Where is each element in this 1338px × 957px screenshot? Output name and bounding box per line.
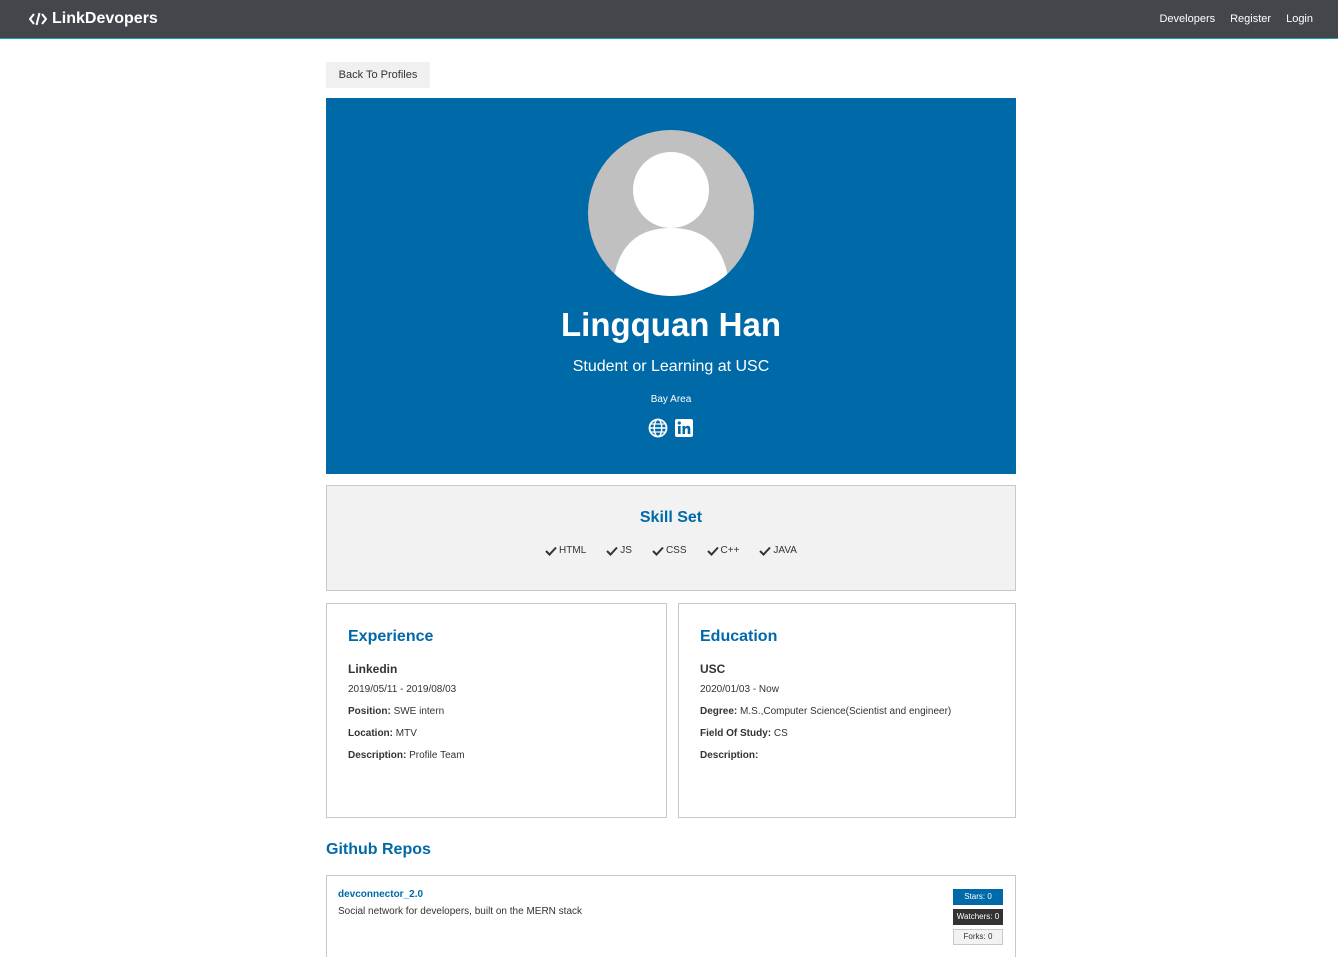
github-repos-title: Github Repos: [326, 841, 431, 858]
repo-description: Social network for developers, built on …: [338, 906, 582, 917]
education-degree: Degree: M.S.,Computer Science(Scientist …: [700, 706, 994, 718]
experience-title: Experience: [348, 628, 434, 645]
field-label: Field Of Study:: [700, 728, 772, 739]
watchers-badge: Watchers: 0: [953, 909, 1003, 925]
skill-label: HTML: [559, 545, 587, 556]
brand-name: LinkDevopers: [52, 10, 158, 27]
description-label: Description:: [348, 750, 407, 761]
experience-company: Linkedin: [348, 662, 398, 676]
experience-section: Experience Linkedin 2019/05/11 - 2019/08…: [326, 603, 667, 818]
profile-status: Student or Learning at USC: [572, 358, 770, 375]
globe-icon[interactable]: [648, 418, 668, 438]
back-to-profiles-button[interactable]: Back To Profiles: [326, 62, 430, 88]
profile-location: Bay Area: [650, 394, 692, 405]
skills-list: HTML JS CSS C++ JAVA: [327, 545, 1015, 556]
nav-link-login[interactable]: Login: [1286, 13, 1313, 25]
education-section: Education USC 2020/01/03 - Now Degree: M…: [678, 603, 1016, 818]
experience-description: Description: Profile Team: [348, 750, 645, 762]
position-label: Position:: [348, 706, 391, 717]
location-label: Location:: [348, 728, 393, 739]
user-avatar-icon: [612, 152, 730, 296]
education-description: Description:: [700, 750, 994, 762]
experience-entry: Linkedin 2019/05/11 - 2019/08/03 Positio…: [348, 662, 645, 762]
nav-link-register[interactable]: Register: [1230, 13, 1271, 25]
check-icon: [652, 546, 664, 556]
linkedin-icon[interactable]: [674, 418, 694, 438]
skill-item: JAVA: [759, 545, 797, 556]
repo-card: devconnector_2.0 Social network for deve…: [326, 875, 1016, 957]
forks-badge: Forks: 0: [953, 929, 1003, 945]
skill-label: JAVA: [773, 545, 797, 556]
description-label: Description:: [700, 750, 759, 761]
degree-value: M.S.,Computer Science(Scientist and engi…: [740, 706, 952, 717]
education-dates: 2020/01/03 - Now: [700, 684, 779, 695]
experience-position: Position: SWE intern: [348, 706, 645, 718]
skill-item: C++: [706, 545, 740, 556]
stars-badge: Stars: 0: [953, 889, 1003, 905]
skills-title: Skill Set: [639, 509, 703, 526]
degree-label: Degree:: [700, 706, 738, 717]
nav-links: Developers Register Login: [1144, 13, 1313, 25]
skill-item: JS: [606, 545, 632, 556]
skill-label: C++: [720, 545, 740, 556]
brand-link[interactable]: LinkDevopers: [29, 10, 158, 28]
skill-label: CSS: [665, 545, 687, 556]
check-icon: [759, 546, 772, 556]
avatar: [588, 130, 754, 296]
check-icon: [706, 546, 719, 556]
position-value: SWE intern: [393, 706, 445, 717]
repo-name-link[interactable]: devconnector_2.0: [338, 889, 423, 900]
nav-link-developers[interactable]: Developers: [1159, 13, 1215, 25]
skills-section: Skill Set HTML JS CSS C++ JAVA: [326, 485, 1016, 591]
experience-location: Location: MTV: [348, 728, 645, 740]
experience-dates: 2019/05/11 - 2019/08/03: [348, 684, 457, 695]
profile-name: Lingquan Han: [561, 306, 781, 343]
profile-top: Lingquan Han Student or Learning at USC …: [326, 98, 1016, 474]
code-icon: [29, 12, 47, 26]
repo-badges: Stars: 0 Watchers: 0 Forks: 0: [953, 889, 1003, 949]
location-value: MTV: [395, 728, 417, 739]
skill-label: JS: [620, 545, 632, 556]
field-value: CS: [773, 728, 788, 739]
check-icon: [545, 546, 557, 556]
social-links: [326, 418, 1016, 438]
skill-item: CSS: [652, 545, 687, 556]
description-value: Profile Team: [409, 750, 465, 761]
education-field: Field Of Study: CS: [700, 728, 994, 740]
navbar: LinkDevopers Developers Register Login: [0, 0, 1338, 39]
education-school: USC: [700, 662, 726, 676]
check-icon: [606, 546, 619, 556]
skill-item: HTML: [545, 545, 586, 556]
education-title: Education: [700, 628, 778, 645]
education-entry: USC 2020/01/03 - Now Degree: M.S.,Comput…: [700, 662, 994, 762]
